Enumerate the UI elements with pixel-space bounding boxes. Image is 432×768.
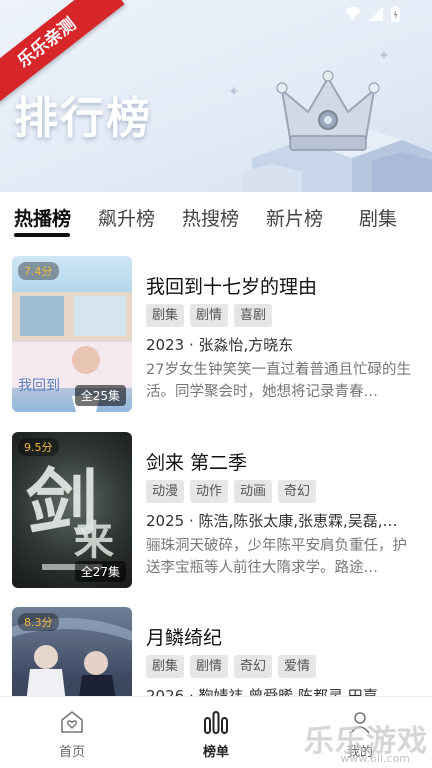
score-badge: 9.5分 [18, 438, 59, 456]
tag-list: 动漫 动作 动画 奇幻 [146, 480, 317, 503]
genre-tag: 动作 [190, 480, 229, 503]
bar-chart-icon [204, 711, 228, 734]
year-cast: 2023 · 张淼怡,方晓东 [146, 336, 294, 354]
tab-rising[interactable]: 飙升榜 [98, 204, 155, 231]
home-heart-icon [61, 710, 83, 733]
site-watermark-url: www.6ll.com [340, 752, 410, 765]
score-badge: 8.3分 [18, 613, 59, 631]
item-title[interactable]: 我回到十七岁的理由 [146, 272, 317, 299]
wifi-icon [345, 7, 361, 20]
episode-count-badge: 全25集 [74, 385, 126, 406]
status-bar [345, 6, 400, 22]
header-banner: 乐乐亲测 排行榜 ✦ ✦ [0, 0, 432, 192]
genre-tag: 动画 [234, 480, 273, 503]
score-badge: 7.4分 [18, 262, 59, 280]
genre-tag: 喜剧 [234, 304, 273, 327]
tag-list: 剧集 剧情 奇幻 爱情 [146, 655, 317, 678]
tab-hot-play[interactable]: 热播榜 [14, 204, 71, 231]
genre-tag: 动漫 [146, 480, 185, 503]
crown-illustration [242, 70, 432, 192]
genre-tag: 剧情 [190, 304, 229, 327]
svg-text:我回到: 我回到 [18, 378, 60, 394]
list-item[interactable]: 剑 来 9.5分 全27集 剑来 第二季 动漫 动作 动画 奇幻 2025 · … [0, 432, 432, 590]
item-description: 27岁女生钟笑笑一直过着普通且忙碌的生活。同学聚会时，她想将记录青春… [146, 362, 411, 400]
item-title[interactable]: 剑来 第二季 [146, 448, 247, 475]
tab-new-release[interactable]: 新片榜 [266, 204, 323, 231]
genre-tag: 爱情 [278, 655, 317, 678]
svg-text:来: 来 [74, 517, 114, 564]
battery-icon [391, 6, 400, 22]
list-item[interactable]: 我回到 7.4分 全25集 我回到十七岁的理由 剧集 剧情 喜剧 2023 · … [0, 256, 432, 414]
tab-hot-search[interactable]: 热搜榜 [182, 204, 239, 231]
item-description: 骊珠洞天破碎，少年陈平安肩负重任，护送李宝瓶等人前往大隋求学。路途… [146, 538, 407, 576]
cellular-signal-icon [369, 7, 383, 21]
page-title: 排行榜 [14, 93, 152, 144]
genre-tag: 奇幻 [234, 655, 273, 678]
nav-rank[interactable]: 榜单 [176, 709, 256, 760]
poster-image[interactable]: 剑 来 9.5分 全27集 [12, 432, 132, 588]
active-tab-indicator [14, 233, 70, 237]
episode-count-badge: 全27集 [74, 561, 126, 582]
sparkle-icon: ✦ [228, 84, 240, 100]
genre-tag: 剧集 [146, 304, 185, 327]
genre-tag: 剧情 [190, 655, 229, 678]
genre-tag: 剧集 [146, 655, 185, 678]
poster-image[interactable]: 我回到 7.4分 全25集 [12, 256, 132, 412]
tab-series[interactable]: 剧集 [359, 204, 397, 231]
year-cast: 2025 · 陈浩,陈张太康,张恵霖,吴磊,… [146, 512, 398, 530]
tag-list: 剧集 剧情 喜剧 [146, 304, 273, 327]
nav-home-label: 首页 [58, 745, 85, 760]
nav-rank-label: 榜单 [202, 745, 229, 760]
item-title[interactable]: 月鳞绮纪 [146, 623, 222, 650]
genre-tag: 奇幻 [278, 480, 317, 503]
nav-home[interactable]: 首页 [32, 709, 112, 760]
rank-tabs: 热播榜 飙升榜 热搜榜 新片榜 剧集 [0, 192, 432, 242]
